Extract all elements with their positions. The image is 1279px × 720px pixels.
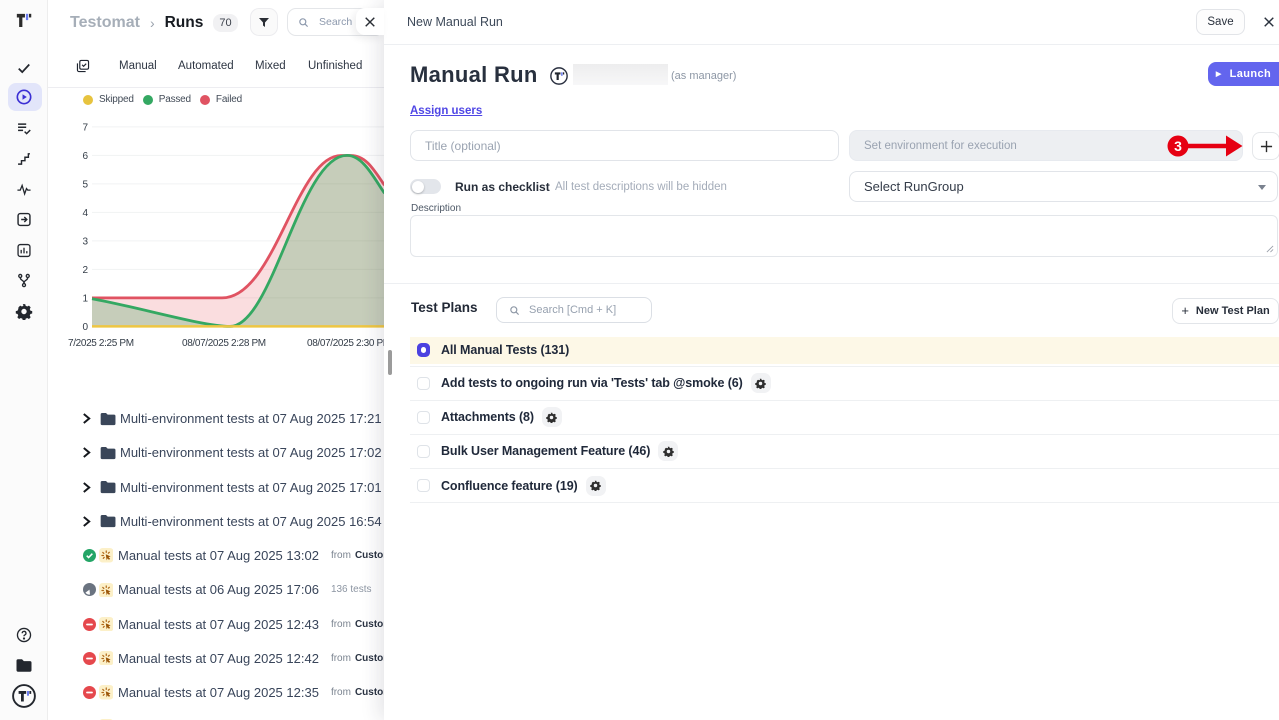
- svg-text:7: 7: [82, 122, 88, 133]
- svg-text:5: 5: [82, 179, 88, 190]
- svg-text:4: 4: [82, 208, 88, 219]
- svg-text:6: 6: [82, 151, 88, 162]
- svg-text:3: 3: [82, 236, 88, 247]
- svg-text:3: 3: [1174, 138, 1182, 154]
- svg-text:0: 0: [82, 322, 88, 333]
- svg-text:2: 2: [82, 265, 88, 276]
- svg-text:1: 1: [82, 293, 88, 304]
